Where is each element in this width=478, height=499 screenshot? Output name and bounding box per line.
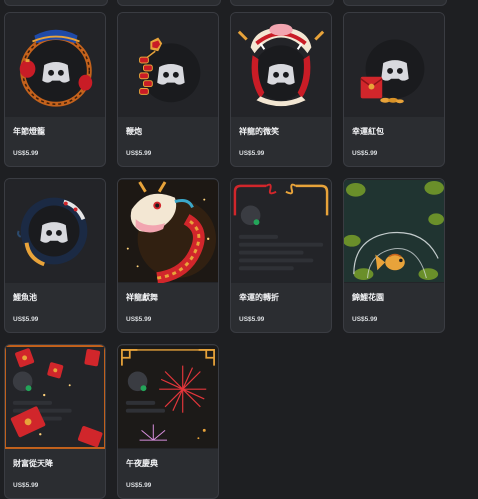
shop-card-koi-garden[interactable]: 錦鯉花園 US$5.99	[343, 178, 445, 333]
lucky-twist-frame-icon	[231, 179, 331, 283]
item-name: 錦鯉花園	[352, 293, 384, 302]
item-name: 午夜慶典	[126, 459, 158, 468]
item-name: 鞭炮	[126, 127, 142, 136]
card-edge	[343, 0, 447, 6]
card-edge	[230, 0, 334, 6]
koi-pond-icon	[5, 179, 105, 283]
shop-card-koi-pond[interactable]: 鯉魚池 US$5.99	[4, 178, 106, 333]
item-price: US$5.99	[126, 150, 152, 157]
dancing-dragon-icon	[118, 179, 218, 283]
item-price: US$5.99	[352, 316, 378, 323]
koi-garden-icon	[344, 179, 444, 283]
card-edge	[117, 0, 221, 6]
item-name: 財富從天降	[13, 459, 53, 468]
item-price: US$5.99	[13, 482, 39, 489]
shop-item-grid: 年節燈籠 US$5.99 鞭炮 US$5.99 祥龍的微笑 US$5.99 幸運…	[4, 12, 445, 499]
shop-card-lantern[interactable]: 年節燈籠 US$5.99	[4, 12, 106, 167]
shop-card-red-envelope[interactable]: 幸運紅包 US$5.99	[343, 12, 445, 167]
shop-card-dancing-dragon[interactable]: 祥龍獻舞 US$5.99	[117, 178, 219, 333]
item-price: US$5.99	[13, 150, 39, 157]
previous-row-edge	[0, 0, 478, 6]
item-name: 祥龍的微笑	[239, 127, 279, 136]
shop-card-falling-red-envelopes[interactable]: 財富從天降 US$5.99	[4, 344, 106, 499]
dragon-smile-frame-icon	[231, 13, 331, 117]
falling-red-envelopes-icon	[5, 345, 105, 449]
item-price: US$5.99	[126, 482, 152, 489]
item-price: US$5.99	[352, 150, 378, 157]
red-envelope-icon	[344, 13, 444, 117]
shop-card-midnight-fireworks[interactable]: 午夜慶典 US$5.99	[117, 344, 219, 499]
item-name: 幸運紅包	[352, 127, 384, 136]
firecracker-icon	[118, 13, 218, 117]
item-name: 年節燈籠	[13, 127, 45, 136]
shop-card-lucky-twist[interactable]: 幸運的轉折 US$5.99	[230, 178, 332, 333]
midnight-fireworks-icon	[118, 345, 218, 449]
shop-card-firecracker[interactable]: 鞭炮 US$5.99	[117, 12, 219, 167]
card-edge	[4, 0, 108, 6]
lantern-ring-frame-icon	[5, 13, 105, 117]
item-price: US$5.99	[239, 150, 265, 157]
item-price: US$5.99	[126, 316, 152, 323]
item-price: US$5.99	[13, 316, 39, 323]
item-price: US$5.99	[239, 316, 265, 323]
item-name: 祥龍獻舞	[126, 293, 158, 302]
item-name: 幸運的轉折	[239, 293, 279, 302]
item-name: 鯉魚池	[13, 293, 37, 302]
shop-card-dragon-smile[interactable]: 祥龍的微笑 US$5.99	[230, 12, 332, 167]
